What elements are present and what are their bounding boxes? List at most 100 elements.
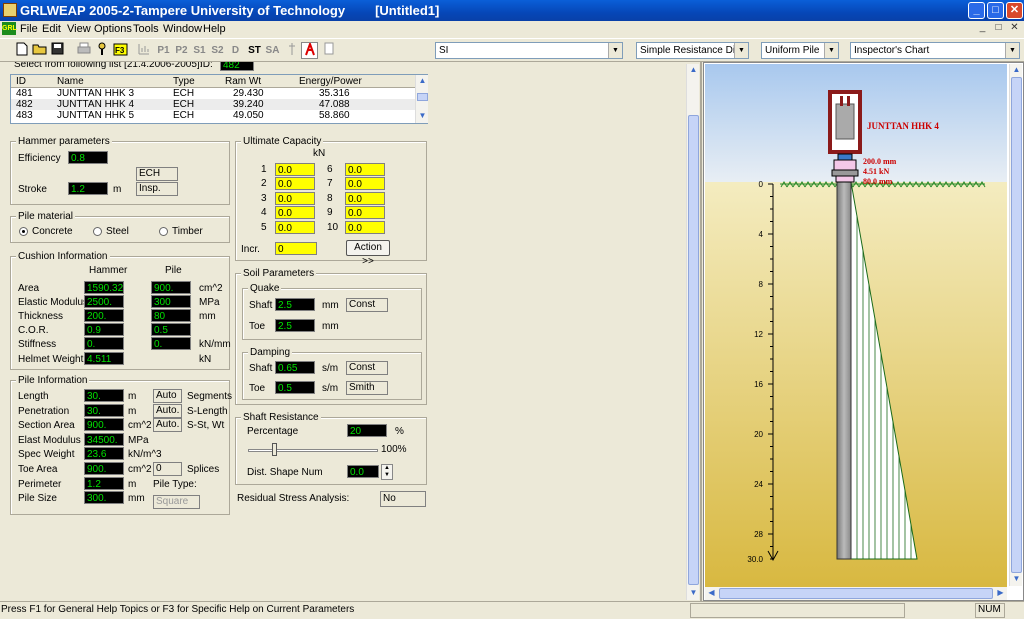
pile-row-input[interactable]: 30. [84,389,124,402]
col-id[interactable]: ID [16,76,26,87]
close-button[interactable]: ✕ [1006,2,1023,19]
tool-p1[interactable]: P1 [155,42,172,59]
tool-st[interactable]: ST [246,42,263,59]
scroll-down-icon[interactable]: ▼ [687,587,700,600]
action-button[interactable]: Action >> [346,240,390,267]
menu-file[interactable]: File [20,23,38,35]
menu-edit[interactable]: Edit [42,23,61,35]
damping-shaft-mode[interactable]: Const [346,361,388,375]
capacity-input[interactable]: 0.0 [275,220,315,234]
scroll-up-icon[interactable]: ▲ [687,64,700,77]
minimize-button[interactable]: _ [968,2,985,19]
pile-row-option[interactable]: Auto. [153,403,182,418]
pile-row-input[interactable]: 900. [84,418,124,432]
tool-d[interactable]: D [227,42,244,59]
radio-timber-label[interactable]: Timber [172,226,203,237]
f3-help-icon[interactable]: F3 [112,42,129,59]
radio-steel[interactable] [93,227,102,236]
title-bar[interactable]: GRLWEAP 2005-2-Tampere University of Tec… [0,0,1024,21]
cushion-pile-input[interactable]: 80 [151,309,191,322]
incr-input[interactable]: 0 [275,242,317,255]
capacity-input[interactable]: 0.0 [345,163,385,176]
maximize-button[interactable]: □ [987,2,1004,19]
capacity-input[interactable]: 0.0 [275,191,315,205]
hammer-list[interactable]: ID Name Type Ram Wt Energy/Power 481 JUNT… [10,74,428,124]
capacity-input[interactable]: 0.0 [345,177,385,191]
units-select[interactable]: SI ▼ [435,42,623,59]
tool-sa[interactable]: SA [264,42,281,59]
tool-p2[interactable]: P2 [173,42,190,59]
hammer-list-scrollbar[interactable]: ▲ ▼ [415,75,428,123]
cushion-pile-input[interactable]: 300 [151,295,191,308]
capacity-input[interactable]: 0.0 [345,191,385,205]
stroke-input[interactable]: 1.2 [68,182,108,195]
scroll-left-icon[interactable]: ◀ [705,587,718,600]
grl-icon[interactable]: GRL [2,22,17,35]
capacity-input[interactable]: 0.0 [275,163,315,176]
radio-timber[interactable] [159,227,168,236]
percentage-slider-thumb[interactable] [272,443,277,456]
percentage-input[interactable]: 20 [347,424,387,437]
scroll-thumb[interactable] [688,115,699,585]
cushion-hammer-input[interactable]: 200. [84,309,124,322]
col-name[interactable]: Name [57,76,84,87]
scroll-thumb[interactable] [1011,77,1022,573]
pile-row-input[interactable]: 30. [84,403,124,417]
col-ram-wt[interactable]: Ram Wt [225,76,261,87]
scroll-thumb[interactable] [417,93,428,101]
table-row[interactable]: 483 JUNTTAN HHK 5 ECH 49.050 58.860 [11,110,415,121]
menu-window[interactable]: Window [163,23,202,35]
tool-s1[interactable]: S1 [191,42,208,59]
scroll-down-icon[interactable]: ▼ [416,110,429,123]
damping-shaft-input[interactable]: 0.65 [275,361,315,374]
menu-help[interactable]: Help [203,23,226,35]
scroll-thumb[interactable] [719,588,993,599]
capacity-input[interactable]: 0.0 [345,220,385,234]
capacity-input[interactable]: 0.0 [275,206,315,220]
quake-shaft-input[interactable]: 2.5 [275,298,315,311]
graph-vertical-scrollbar[interactable]: ▲ ▼ [1009,64,1022,586]
menu-options[interactable]: Options [94,23,132,35]
chart-select[interactable]: Inspector's Chart ▼ [850,42,1020,59]
open-folder-icon[interactable] [31,42,48,59]
pile-select[interactable]: Uniform Pile ▼ [761,42,839,59]
pile-row-input[interactable]: 23.6 [84,447,124,461]
residual-field[interactable]: No [380,491,426,507]
pile-tool-icon[interactable] [283,42,300,59]
menu-view[interactable]: View [67,23,91,35]
cushion-hammer-input[interactable]: 1590.32 [84,281,124,294]
print-icon[interactable] [75,42,92,59]
capacity-input[interactable]: 0.0 [345,206,385,220]
pile-row-input[interactable]: 900. [84,462,124,475]
left-pane-scrollbar[interactable]: ▲ ▼ [686,64,699,600]
dist-spinner[interactable]: ▲ ▼ [381,464,393,480]
cushion-pile-input[interactable]: 0.5 [151,323,191,336]
tool-s2[interactable]: S2 [209,42,226,59]
cushion-pile-input[interactable]: 900. [151,281,191,294]
resistance-select[interactable]: Simple Resistance Distr ▼ [636,42,749,59]
cushion-hammer-input[interactable]: 0.9 [84,323,124,336]
splitter[interactable] [700,62,702,601]
percentage-slider-track[interactable] [248,449,378,452]
mdi-restore-button[interactable]: □ [992,22,1005,35]
graph-horizontal-scrollbar[interactable]: ◀ ▶ [705,587,1007,600]
new-file-icon[interactable] [13,42,30,59]
pile-row-option[interactable]: Auto [153,389,182,403]
col-type[interactable]: Type [173,76,195,87]
scroll-up-icon[interactable]: ▲ [1010,64,1023,77]
pile-row-input[interactable]: 300. [84,491,124,505]
col-energy[interactable]: Energy/Power [299,76,362,87]
radio-concrete-label[interactable]: Concrete [32,226,73,237]
pile-row-input[interactable]: 34500. [84,432,124,446]
text-tool-icon[interactable] [301,41,318,59]
scroll-up-icon[interactable]: ▲ [416,75,429,88]
mdi-close-button[interactable]: ✕ [1008,22,1021,35]
inspector-field[interactable]: Insp. [136,182,178,196]
damping-toe-input[interactable]: 0.5 [275,381,315,394]
save-icon[interactable] [49,42,66,59]
radio-steel-label[interactable]: Steel [106,226,129,237]
cushion-hammer-input[interactable]: 2500. [84,295,124,308]
scroll-down-icon[interactable]: ▼ [1010,573,1023,586]
blank-page-icon[interactable] [320,42,337,59]
efficiency-input[interactable]: 0.8 [68,151,108,164]
